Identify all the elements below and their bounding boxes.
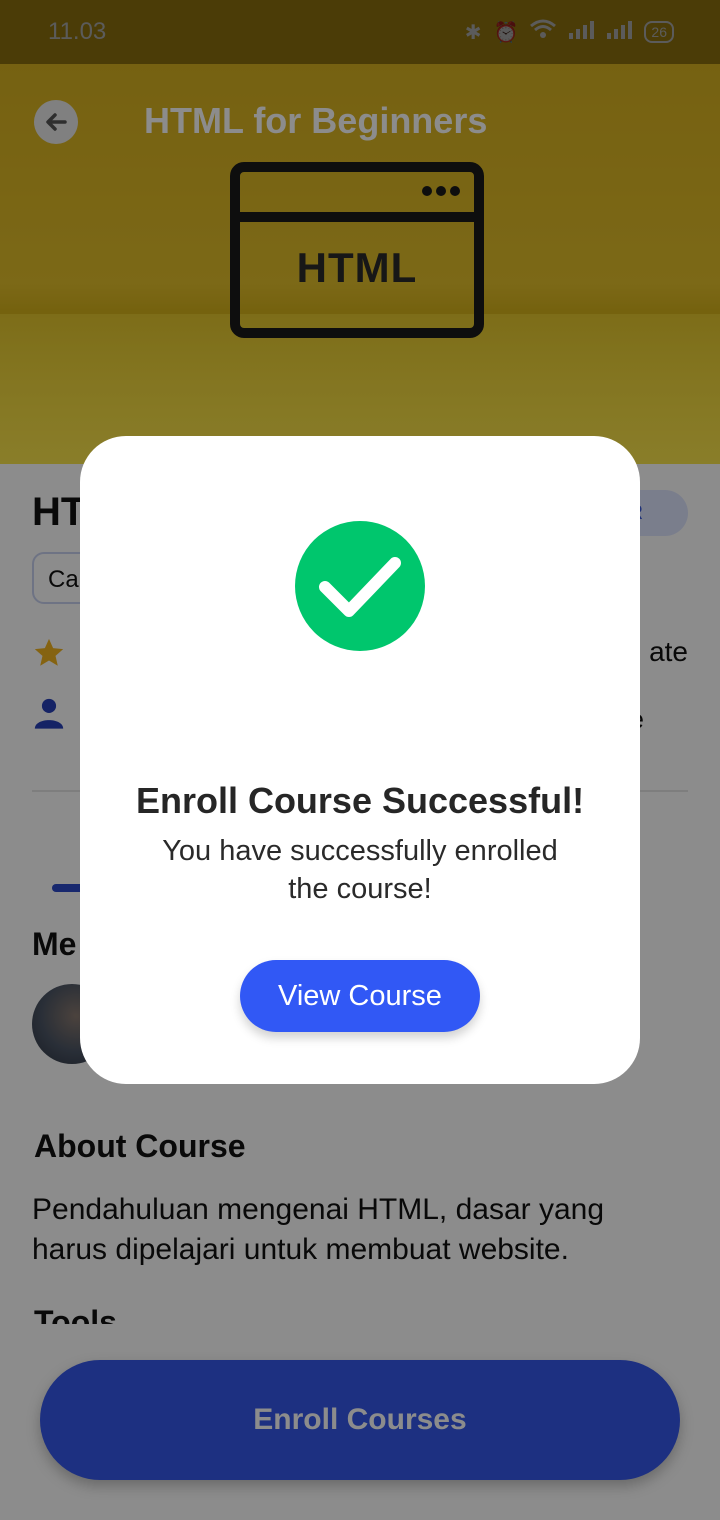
dialog-title: Enroll Course Successful! (135, 780, 585, 821)
success-dialog: Enroll Course Successful! You have succe… (80, 436, 640, 1084)
checkmark-icon (295, 521, 425, 651)
dialog-message: You have successfully enrolled the cours… (162, 835, 558, 905)
view-course-button[interactable]: View Course (240, 960, 480, 1032)
